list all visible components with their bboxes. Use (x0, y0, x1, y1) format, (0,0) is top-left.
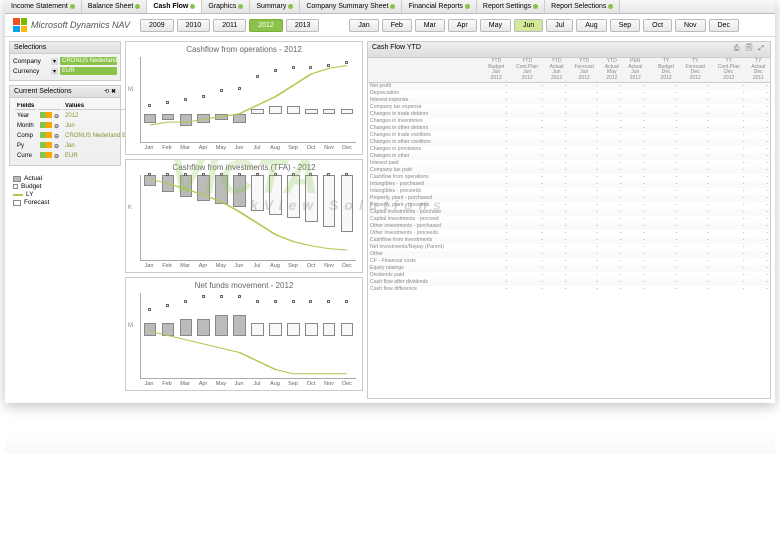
tab-report-settings[interactable]: Report Settings (477, 0, 545, 13)
tab-balance-sheet[interactable]: Balance Sheet (82, 0, 148, 13)
month-feb[interactable]: Feb (382, 19, 412, 32)
charts-column: Cashflow from operations - 2012MJanFebMa… (125, 41, 363, 399)
tab-strip: Income StatementBalance SheetCash FlowGr… (5, 0, 775, 14)
chart-0: Cashflow from operations - 2012MJanFebMa… (125, 41, 363, 155)
tab-indicator-icon (135, 4, 140, 9)
tab-cash-flow[interactable]: Cash Flow (147, 0, 202, 13)
year-2012[interactable]: 2012 (249, 19, 283, 32)
month-aug[interactable]: Aug (576, 19, 606, 32)
month-jan[interactable]: Jan (349, 19, 378, 32)
tab-indicator-icon (533, 4, 538, 9)
chart-legend: ActualBudgetLYForecast (9, 170, 121, 211)
tab-income-statement[interactable]: Income Statement (5, 0, 82, 13)
legend-ly: LY (13, 191, 117, 198)
tab-indicator-icon (238, 4, 243, 9)
selections-title: Selections (14, 44, 46, 51)
ytd-table: YTDBudgetJun2012YTDCont.PlanJun2012YTDAc… (368, 58, 770, 293)
ytd-table-panel: Cash Flow YTD ⎙ 🗐 ⤢ YTDBudgetJun2012YTDC… (367, 41, 771, 399)
tab-indicator-icon (390, 4, 395, 9)
header-bar: Microsoft Dynamics NAV 20092010201120122… (5, 14, 775, 37)
panel-tools[interactable]: ⟲ ✖ (104, 88, 116, 95)
month-mar[interactable]: Mar (415, 19, 445, 32)
tab-indicator-icon (608, 4, 613, 9)
tab-summary[interactable]: Summary (250, 0, 300, 13)
month-jul[interactable]: Jul (546, 19, 573, 32)
tab-indicator-icon (70, 4, 75, 9)
legend-budget: Budget (13, 183, 117, 190)
table-toolbar[interactable]: ⎙ 🗐 ⤢ (734, 44, 766, 55)
selections-body: Company▾CRONUS Nederland BVCurrency▾EUR (10, 54, 120, 80)
current-selections-table: FieldsValuesYear ⊖2012Month ⊖JunComp ⊖CR… (13, 101, 134, 162)
dropdown-arrow-icon[interactable]: ▾ (51, 58, 58, 65)
tab-indicator-icon (465, 4, 470, 9)
year-2009[interactable]: 2009 (140, 19, 174, 32)
ytd-table-title: Cash Flow YTD (372, 44, 421, 55)
tab-financial-reports[interactable]: Financial Reports (402, 0, 476, 13)
legend-actual: Actual (13, 175, 117, 182)
year-selector: 20092010201120122013 (140, 19, 319, 32)
selection-value[interactable]: CRONUS Nederland BV (60, 57, 117, 65)
month-sep[interactable]: Sep (610, 19, 640, 32)
legend-forecast: Forecast (13, 199, 117, 206)
month-nov[interactable]: Nov (675, 19, 705, 32)
tab-indicator-icon (190, 4, 195, 9)
year-2010[interactable]: 2010 (177, 19, 211, 32)
month-apr[interactable]: Apr (448, 19, 477, 32)
month-selector: Jan FebMarAprMayJunJulAug SepOctNov Dec (349, 19, 739, 32)
selections-panel: Selections Company▾CRONUS Nederland BVCu… (9, 41, 121, 81)
year-2013[interactable]: 2013 (286, 19, 320, 32)
selection-value[interactable]: EUR (60, 67, 117, 75)
year-2011[interactable]: 2011 (213, 19, 246, 32)
month-dec[interactable]: Dec (709, 19, 739, 32)
dropdown-arrow-icon[interactable]: ▾ (51, 68, 58, 75)
chart-1: Cashflow from investments (TFA) - 2012KJ… (125, 159, 363, 273)
month-jun[interactable]: Jun (514, 19, 543, 32)
month-may[interactable]: May (480, 19, 511, 32)
month-oct[interactable]: Oct (643, 19, 672, 32)
tab-graphics[interactable]: Graphics (202, 0, 250, 13)
tab-company-summary-sheet[interactable]: Company Summary Sheet (300, 0, 402, 13)
current-selections-panel: Current Selections⟲ ✖ FieldsValuesYear ⊖… (9, 85, 121, 166)
current-selections-title: Current Selections (14, 88, 72, 95)
logo-text: Microsoft Dynamics NAV (31, 20, 130, 30)
tab-report-selections[interactable]: Report Selections (545, 0, 620, 13)
chart-2: Net funds movement - 2012MJanFebMarAprMa… (125, 277, 363, 391)
tab-indicator-icon (288, 4, 293, 9)
app-logo: Microsoft Dynamics NAV (13, 18, 130, 32)
